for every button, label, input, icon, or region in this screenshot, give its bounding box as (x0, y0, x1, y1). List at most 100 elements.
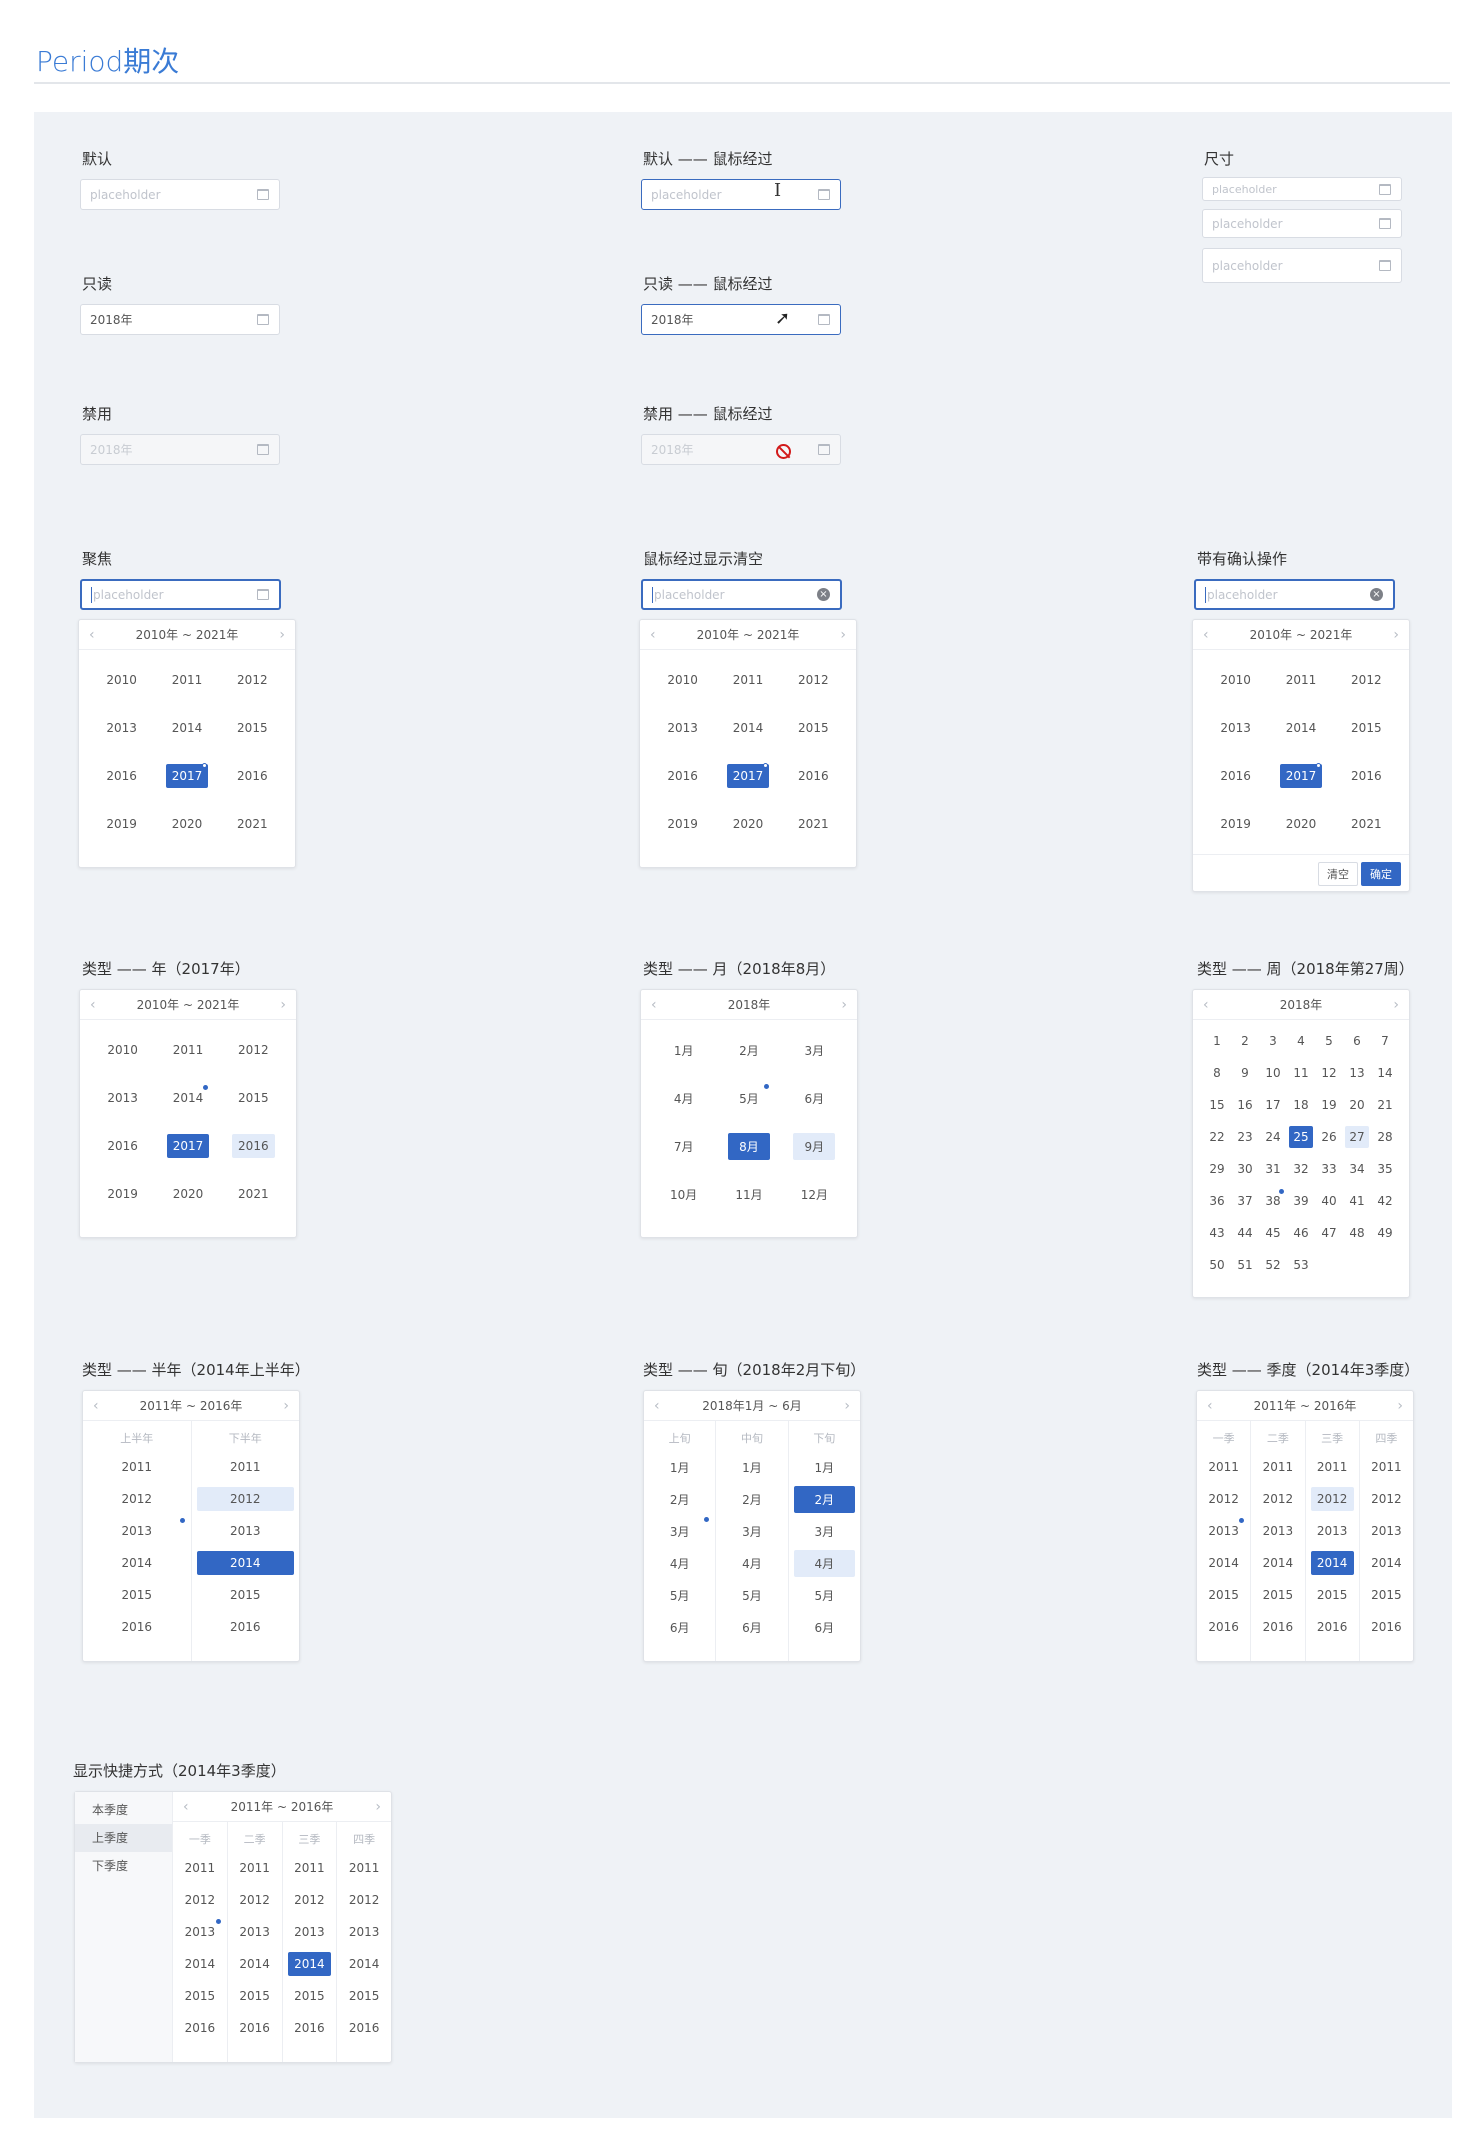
week-cell[interactable]: 53 (1289, 1254, 1313, 1276)
half-year-cell[interactable]: 2012 (88, 1487, 186, 1511)
week-cell[interactable]: 32 (1289, 1158, 1313, 1180)
week-cell[interactable]: 45 (1261, 1222, 1285, 1244)
quarter-cell[interactable]: 2014 (1202, 1551, 1245, 1575)
next-icon[interactable]: › (1393, 997, 1399, 1013)
week-cell[interactable]: 49 (1373, 1222, 1397, 1244)
quarter-cell[interactable]: 2014 (1365, 1551, 1408, 1575)
year-cell[interactable]: 2016 (101, 1134, 144, 1158)
calendar-icon[interactable] (818, 314, 830, 325)
quarter-cell[interactable]: 2012 (288, 1888, 332, 1912)
half-year-cell[interactable]: 2014 (196, 1551, 294, 1575)
prev-icon[interactable]: ‹ (183, 1799, 189, 1815)
year-cell[interactable]: 2020 (167, 1182, 210, 1206)
week-cell[interactable]: 46 (1289, 1222, 1313, 1244)
week-cell[interactable]: 18 (1289, 1094, 1313, 1116)
week-cell[interactable]: 4 (1289, 1030, 1313, 1052)
half-year-cell[interactable]: 2015 (197, 1583, 295, 1607)
month-cell[interactable]: 4月 (663, 1085, 705, 1112)
quarter-cell[interactable]: 2014 (342, 1952, 386, 1976)
quarter-cell[interactable]: 2011 (288, 1856, 332, 1880)
quarter-cell[interactable]: 2015 (178, 1984, 222, 2008)
ten-day-cell[interactable]: 5月 (721, 1582, 782, 1609)
ten-day-cell[interactable]: 4月 (721, 1550, 782, 1577)
quarter-cell[interactable]: 2014 (1256, 1551, 1299, 1575)
week-cell[interactable]: 28 (1373, 1126, 1397, 1148)
shortcut-item[interactable]: 上季度 (75, 1824, 172, 1852)
week-cell[interactable]: 44 (1233, 1222, 1257, 1244)
period-input-confirm[interactable]: placeholder × (1194, 579, 1395, 610)
year-cell[interactable]: 2014 (167, 1085, 210, 1110)
period-input-size-medium[interactable]: placeholder (1202, 209, 1402, 238)
month-cell[interactable]: 1月 (663, 1037, 705, 1064)
year-cell[interactable]: 2016 (661, 764, 704, 788)
quarter-cell[interactable]: 2013 (288, 1920, 332, 1944)
period-input-default-hover[interactable]: placeholder (641, 179, 841, 210)
year-cell[interactable]: 2016 (231, 764, 274, 788)
clear-button[interactable]: 清空 (1318, 861, 1358, 886)
year-cell[interactable]: 2013 (101, 1086, 144, 1110)
week-cell[interactable]: 47 (1317, 1222, 1341, 1244)
quarter-cell[interactable]: 2015 (288, 1984, 332, 2008)
quarter-cell[interactable]: 2012 (1256, 1487, 1299, 1511)
half-year-cell[interactable]: 2013 (88, 1518, 186, 1543)
ten-day-cell[interactable]: 2月 (721, 1486, 782, 1513)
next-icon[interactable]: › (1393, 627, 1399, 643)
week-cell[interactable]: 50 (1205, 1254, 1229, 1276)
quarter-cell[interactable]: 2011 (1202, 1455, 1245, 1479)
quarter-cell[interactable]: 2013 (1202, 1518, 1245, 1543)
month-cell[interactable]: 6月 (793, 1085, 835, 1112)
week-cell[interactable]: 42 (1373, 1190, 1397, 1212)
half-year-cell[interactable]: 2011 (88, 1455, 186, 1479)
ten-day-cell[interactable]: 1月 (649, 1454, 710, 1481)
month-cell[interactable]: 3月 (793, 1037, 835, 1064)
year-cell[interactable]: 2012 (792, 668, 835, 692)
period-input-focus[interactable]: placeholder (80, 579, 281, 610)
week-cell[interactable]: 17 (1261, 1094, 1285, 1116)
calendar-icon[interactable] (1379, 218, 1391, 229)
week-cell[interactable]: 14 (1373, 1062, 1397, 1084)
week-cell[interactable]: 35 (1373, 1158, 1397, 1180)
quarter-cell[interactable]: 2011 (1365, 1455, 1408, 1479)
calendar-icon[interactable] (1379, 183, 1391, 195)
month-cell[interactable]: 11月 (728, 1181, 770, 1208)
week-cell[interactable]: 9 (1233, 1062, 1257, 1084)
ten-day-cell[interactable]: 4月 (793, 1549, 855, 1577)
quarter-cell[interactable]: 2014 (233, 1952, 277, 1976)
quarter-cell[interactable]: 2015 (342, 1984, 386, 2008)
clear-icon[interactable]: × (817, 588, 830, 601)
shortcut-item[interactable]: 下季度 (75, 1852, 172, 1880)
prev-icon[interactable]: ‹ (650, 627, 656, 643)
quarter-cell[interactable]: 2016 (1202, 1615, 1245, 1639)
quarter-cell[interactable]: 2012 (1310, 1487, 1354, 1511)
week-cell[interactable]: 34 (1345, 1158, 1369, 1180)
year-cell[interactable]: 2015 (232, 1086, 275, 1110)
year-cell[interactable]: 2017 (1279, 763, 1323, 788)
half-year-cell[interactable]: 2014 (88, 1551, 186, 1575)
week-cell[interactable]: 19 (1317, 1094, 1341, 1116)
quarter-cell[interactable]: 2016 (233, 2016, 277, 2040)
half-year-cell[interactable]: 2016 (88, 1615, 186, 1639)
week-cell[interactable]: 37 (1233, 1190, 1257, 1212)
quarter-cell[interactable]: 2013 (1256, 1519, 1299, 1543)
quarter-cell[interactable]: 2011 (342, 1856, 386, 1880)
quarter-cell[interactable]: 2012 (178, 1888, 222, 1912)
ten-day-cell[interactable]: 3月 (794, 1518, 855, 1545)
calendar-icon[interactable] (257, 589, 269, 600)
year-cell[interactable]: 2015 (792, 716, 835, 740)
half-year-cell[interactable]: 2016 (197, 1615, 295, 1639)
year-cell[interactable]: 2014 (166, 716, 209, 740)
week-cell[interactable]: 20 (1345, 1094, 1369, 1116)
year-cell[interactable]: 2011 (1280, 668, 1323, 692)
ten-day-cell[interactable]: 1月 (721, 1454, 782, 1481)
quarter-cell[interactable]: 2016 (178, 2016, 222, 2040)
week-cell[interactable]: 2 (1233, 1030, 1257, 1052)
year-cell[interactable]: 2021 (231, 812, 274, 836)
next-icon[interactable]: › (840, 627, 846, 643)
week-cell[interactable]: 5 (1317, 1030, 1341, 1052)
half-year-cell[interactable]: 2015 (88, 1583, 186, 1607)
week-cell[interactable]: 22 (1205, 1126, 1229, 1148)
year-cell[interactable]: 2013 (1214, 716, 1257, 740)
month-cell[interactable]: 12月 (793, 1181, 835, 1208)
year-cell[interactable]: 2017 (166, 1134, 210, 1158)
quarter-cell[interactable]: 2013 (233, 1920, 277, 1944)
